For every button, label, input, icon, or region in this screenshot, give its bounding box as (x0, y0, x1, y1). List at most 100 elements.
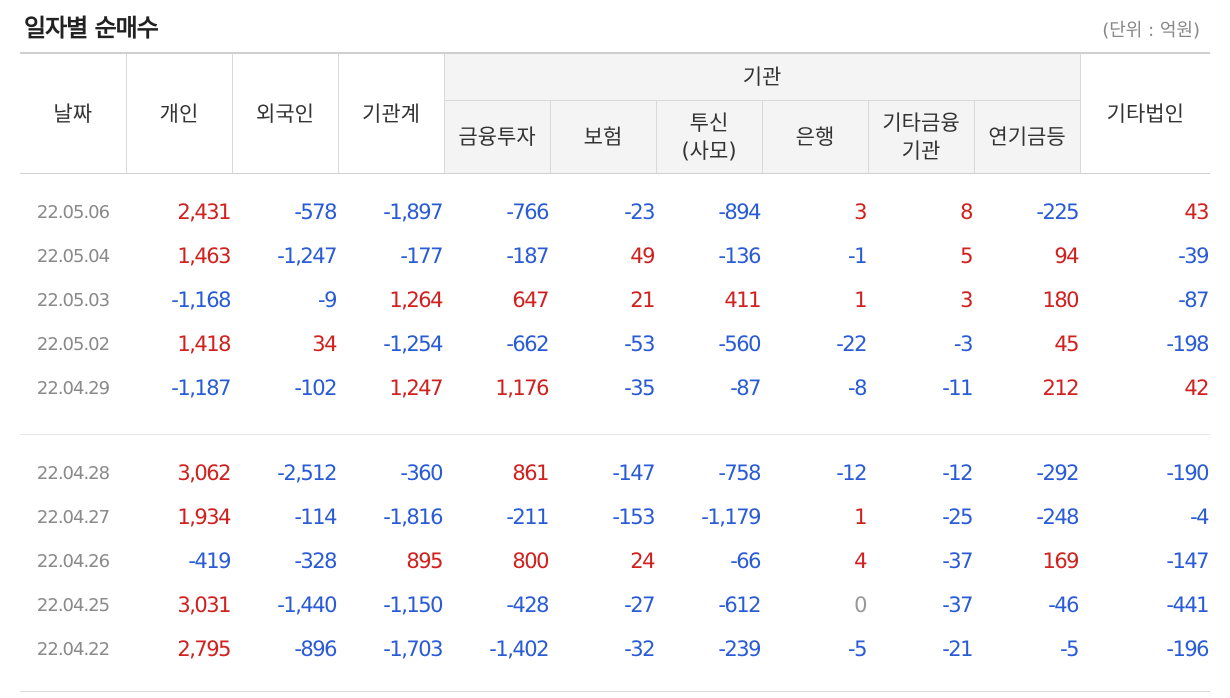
row-spacer (20, 435, 1210, 452)
cell-trust: -66 (730, 549, 761, 573)
cell-financial-investment: -211 (506, 505, 549, 529)
cell-pension: -46 (1048, 593, 1079, 617)
cell-pension: -225 (1036, 200, 1079, 224)
col-header-bank: 은행 (761, 100, 869, 174)
table-body: 22.05.06 2,431 -578 -1,897 -766 -23 -894 3 8 -225… (20, 174, 1211, 692)
col-header-other-finance-line2: 기관 (901, 139, 941, 163)
cell-foreign: -2,512 (277, 461, 337, 485)
cell-pension: -292 (1036, 461, 1079, 485)
table-row: 22.04.22 2,795 -896 -1,703 -1,402 -32 -239 -5 -2… (20, 627, 1210, 671)
cell-institution-total: -1,254 (383, 332, 443, 356)
table-row: 22.05.06 2,431 -578 -1,897 -766 -23 -894 3 8 -225… (20, 190, 1210, 234)
cell-insurance: -53 (624, 332, 655, 356)
cell-other-corp: 42 (1184, 376, 1209, 400)
cell-foreign: -896 (294, 637, 337, 661)
col-header-trust-line2: (사모) (681, 139, 737, 163)
cell-foreign: -9 (318, 288, 337, 312)
cell-pension: 212 (1042, 376, 1079, 400)
cell-institution-total: 895 (406, 549, 443, 573)
cell-trust: -239 (718, 637, 761, 661)
cell-bank: 3 (854, 200, 867, 224)
cell-bank: 0 (854, 593, 867, 617)
cell-bank: -22 (836, 332, 867, 356)
row-spacer (20, 410, 1211, 435)
cell-institution-total: -1,150 (383, 593, 443, 617)
cell-individual: 1,463 (177, 244, 231, 268)
cell-other-finance: 3 (960, 288, 973, 312)
cell-other-corp: -87 (1178, 288, 1209, 312)
col-header-individual: 개인 (125, 52, 233, 174)
cell-individual: -419 (188, 549, 231, 573)
cell-institution-total: -1,703 (383, 637, 443, 661)
cell-date: 22.05.04 (36, 245, 110, 267)
cell-bank: -12 (836, 461, 867, 485)
cell-other-finance: -11 (942, 376, 973, 400)
cell-other-finance: -37 (942, 549, 973, 573)
cell-financial-investment: -766 (506, 200, 549, 224)
cell-other-corp: 43 (1184, 200, 1209, 224)
cell-insurance: 21 (630, 288, 655, 312)
cell-foreign: -1,247 (277, 244, 337, 268)
cell-insurance: -35 (624, 376, 655, 400)
table-row: 22.05.02 1,418 34 -1,254 -662 -53 -560 -22 -3 45 -… (20, 322, 1210, 366)
cell-trust: -758 (718, 461, 761, 485)
col-header-date: 날짜 (20, 52, 127, 174)
cell-institution-total: -177 (400, 244, 443, 268)
cell-other-finance: -3 (954, 332, 973, 356)
cell-pension: 94 (1054, 244, 1079, 268)
cell-individual: -1,168 (171, 288, 231, 312)
col-header-other-finance: 기타금융기관 (867, 100, 975, 174)
cell-date: 22.04.22 (36, 638, 110, 660)
table-row: 22.04.29 -1,187 -102 1,247 1,176 -35 -87 -8 -11 2… (20, 366, 1210, 410)
cell-date: 22.04.27 (36, 506, 110, 528)
cell-date: 22.05.06 (36, 201, 110, 223)
row-spacer (20, 671, 1211, 692)
cell-financial-investment: 647 (512, 288, 549, 312)
page-title: 일자별 순매수 (24, 14, 159, 42)
cell-date: 22.04.29 (36, 377, 110, 399)
cell-trust: 411 (724, 288, 761, 312)
table-row: 22.05.03 -1,168 -9 1,264 647 21 411 1 3 180 -87 (20, 278, 1210, 322)
cell-individual: 1,934 (177, 505, 231, 529)
col-header-trust-line1: 투신 (689, 111, 729, 135)
cell-other-finance: 8 (960, 200, 973, 224)
cell-other-corp: -198 (1166, 332, 1209, 356)
table-row: 22.05.04 1,463 -1,247 -177 -187 49 -136 -1 5 94 -3… (20, 234, 1210, 278)
cell-institution-total: 1,264 (389, 288, 443, 312)
col-header-other-finance-line1: 기타금융 (882, 111, 960, 135)
cell-other-corp: -4 (1190, 505, 1209, 529)
table-row: 22.04.26 -419 -328 895 800 24 -66 4 -37 169 -147 (20, 539, 1210, 583)
cell-foreign: -328 (294, 549, 337, 573)
cell-individual: 3,062 (177, 461, 231, 485)
cell-insurance: -147 (612, 461, 655, 485)
net-buy-table: 날짜 개인 외국인 기관계 기관 기타법인 금융투자 보험 투신 (사모) 은행 … (20, 52, 1211, 692)
col-header-financial-investment: 금융투자 (443, 100, 551, 174)
cell-other-finance: -25 (942, 505, 973, 529)
cell-foreign: -114 (294, 505, 337, 529)
cell-financial-investment: 861 (512, 461, 549, 485)
cell-financial-investment: -428 (506, 593, 549, 617)
cell-pension: 180 (1042, 288, 1079, 312)
cell-other-corp: -441 (1166, 593, 1209, 617)
cell-other-corp: -39 (1178, 244, 1209, 268)
cell-insurance: 24 (630, 549, 655, 573)
cell-other-corp: -190 (1166, 461, 1209, 485)
col-header-foreign: 외국인 (231, 52, 339, 174)
cell-individual: -1,187 (171, 376, 231, 400)
cell-insurance: -32 (624, 637, 655, 661)
cell-pension: -5 (1060, 637, 1079, 661)
cell-pension: -248 (1036, 505, 1079, 529)
cell-date: 22.05.03 (36, 289, 110, 311)
cell-financial-investment: 800 (512, 549, 549, 573)
cell-other-finance: -21 (942, 637, 973, 661)
cell-bank: -5 (848, 637, 867, 661)
cell-trust: -1,179 (701, 505, 761, 529)
cell-foreign: -102 (294, 376, 337, 400)
daily-net-buy-panel: 일자별 순매수 (단위 : 억원) 날짜 개인 외국인 기관계 기관 기타법인 … (0, 0, 1230, 698)
spacer-cell (20, 410, 1211, 435)
cell-insurance: 49 (630, 244, 655, 268)
cell-insurance: -27 (624, 593, 655, 617)
cell-pension: 45 (1054, 332, 1079, 356)
cell-individual: 1,418 (177, 332, 231, 356)
cell-financial-investment: -1,402 (489, 637, 549, 661)
